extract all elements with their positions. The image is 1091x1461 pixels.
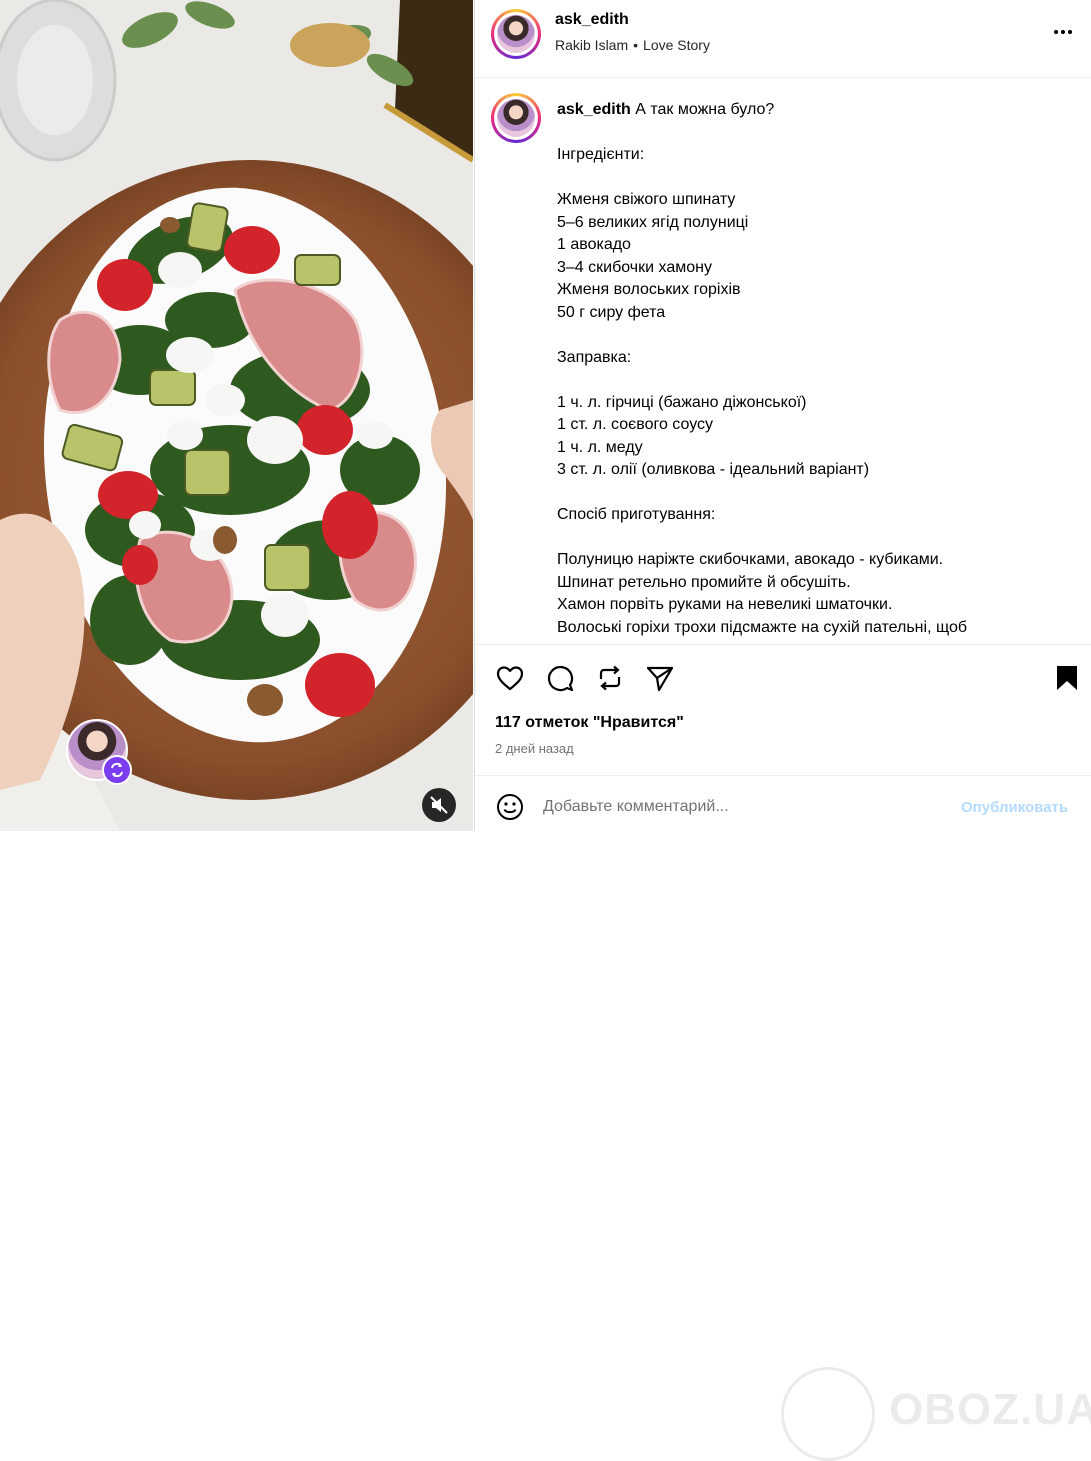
emoji-button[interactable] — [495, 792, 525, 822]
caption-avatar[interactable] — [491, 93, 541, 143]
repost-icon — [599, 665, 621, 691]
watermark: OBOZ.UA — [781, 1367, 1091, 1461]
caption-scroll-area[interactable]: ask_edith А так можна було? Інгредієнти:… — [475, 78, 1091, 644]
comment-bar: Добавьте комментарий... Опубликовать — [475, 775, 1091, 832]
comment-input[interactable]: Добавьте комментарий... — [543, 798, 729, 816]
send-button[interactable] — [645, 663, 675, 693]
author-username[interactable]: ask_edith — [555, 11, 629, 29]
audio-track[interactable]: Love Story — [643, 37, 710, 53]
comment-button[interactable] — [545, 663, 575, 693]
author-avatar[interactable] — [491, 9, 541, 59]
save-button[interactable] — [1052, 663, 1082, 693]
likes-count[interactable]: 117 отметок "Нравится" — [495, 714, 684, 732]
heart-icon — [496, 666, 524, 691]
audio-info[interactable]: Rakib Islam • Love Story — [555, 37, 710, 53]
post-timestamp[interactable]: 2 дней назад — [495, 741, 574, 756]
mute-button[interactable] — [422, 788, 456, 822]
publish-button[interactable]: Опубликовать — [961, 799, 1068, 816]
more-options-button[interactable] — [1051, 20, 1075, 44]
post-panel: ask_edith Rakib Islam • Love Story ask_edi… — [474, 0, 1091, 1461]
post-header: ask_edith Rakib Islam • Love Story — [475, 0, 1091, 78]
watermark-text: OBOZ.UA — [889, 1385, 1091, 1434]
glass — [0, 0, 117, 162]
more-options-icon — [1054, 30, 1072, 34]
remix-avatar[interactable] — [66, 719, 132, 785]
watermark-logo — [781, 1367, 875, 1461]
muted-speaker-icon — [430, 796, 448, 814]
audio-artist[interactable]: Rakib Islam — [555, 37, 628, 53]
caption-username[interactable]: ask_edith — [557, 101, 631, 118]
caption-text: А так можна було? Інгредієнти: Жменя сві… — [557, 101, 968, 636]
post-actions: 117 отметок "Нравится" 2 дней назад OBOZ… — [475, 644, 1091, 1461]
bookmark-icon — [1057, 666, 1077, 690]
like-button[interactable] — [495, 663, 525, 693]
remix-icon — [102, 755, 132, 785]
comment-icon — [547, 665, 574, 692]
post-media[interactable] — [0, 0, 473, 831]
send-icon — [646, 666, 674, 692]
salad-photo — [0, 0, 473, 831]
caption: ask_edith А так можна було? Інгредієнти:… — [557, 99, 1072, 639]
repost-button[interactable] — [595, 663, 625, 693]
emoji-icon — [497, 794, 523, 820]
